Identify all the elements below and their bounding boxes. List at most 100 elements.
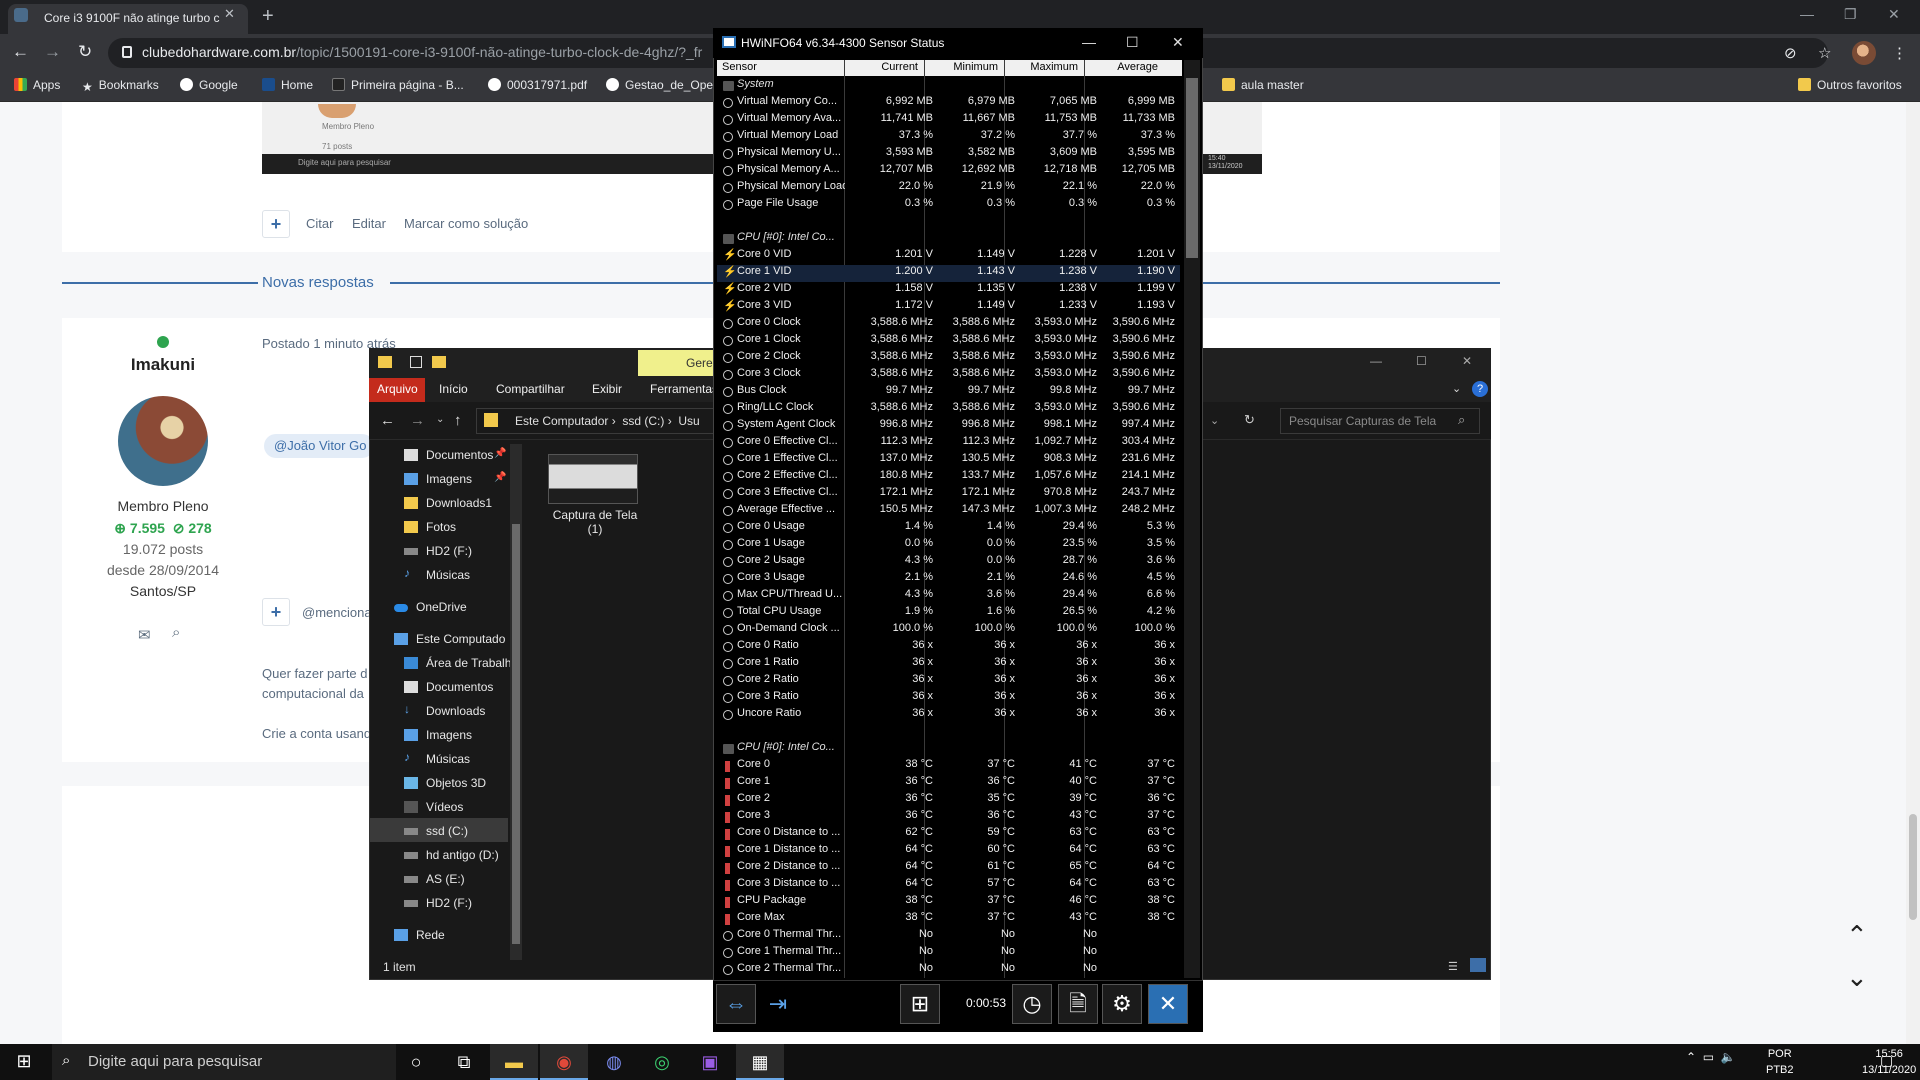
author-name[interactable]: Imakuni (100, 355, 226, 375)
help-icon[interactable]: ? (1472, 381, 1488, 397)
forward-icon[interactable]: → (44, 42, 61, 62)
nav-item-hd2-f[interactable]: HD2 (F:) (380, 540, 515, 564)
collapse-columns-icon[interactable]: ⇥ (758, 984, 798, 1024)
col-minimum[interactable]: Minimum (924, 61, 998, 73)
minimize-icon[interactable]: — (1082, 34, 1096, 50)
tab-close-icon[interactable]: ✕ (224, 6, 235, 22)
ribbon-tab-home[interactable]: Início (439, 382, 468, 396)
details-view-icon[interactable]: ☰ (1448, 960, 1458, 973)
close-window-icon[interactable]: ✕ (1888, 6, 1900, 23)
browser-tab[interactable]: Core i3 9100F não atinge turbo c (8, 4, 248, 34)
sensor-row[interactable]: Core 2 Effective Cl... 180.8 MHz 133.7 MHz… (717, 469, 1180, 486)
sensor-row[interactable]: CPU Package 38 °C 37 °C 46 °C 38 °C (717, 894, 1180, 911)
recent-locations-icon[interactable]: ⌄ (436, 414, 444, 425)
file-name[interactable]: Captura de Tela (1) (540, 508, 650, 536)
sensor-row[interactable]: On-Demand Clock ... 100.0 % 100.0 % 100.0 %… (717, 622, 1180, 639)
bookmark-home[interactable]: Home (262, 78, 313, 92)
sensor-row[interactable]: ⚡ Core 1 VID 1.200 V 1.143 V 1.238 V 1.190 V (717, 265, 1180, 282)
scroll-down-icon[interactable]: ⌄ (1846, 962, 1868, 993)
sensor-row[interactable]: Core 0 Effective Cl... 112.3 MHz 112.3 MHz… (717, 435, 1180, 452)
sensor-row[interactable]: Core 2 Usage 4.3 % 0.0 % 28.7 % 3.6 % (717, 554, 1180, 571)
bookmark-bookmarks[interactable]: ★ Bookmarks (82, 78, 159, 94)
nav-item-musicas-2[interactable]: ♪ Músicas (380, 748, 515, 772)
search-icon[interactable]: ⌕ (172, 624, 180, 641)
sensor-row[interactable]: Core 3 Effective Cl... 172.1 MHz 172.1 MHz… (717, 486, 1180, 503)
sensor-row[interactable]: Core 0 Clock 3,588.6 MHz 3,588.6 MHz 3,593.… (717, 316, 1180, 333)
back-icon[interactable]: ← (12, 42, 29, 62)
sensor-row[interactable]: Core 3 Ratio 36 x 36 x 36 x 36 x (717, 690, 1180, 707)
tiles-view-icon[interactable] (1470, 958, 1486, 972)
sensor-row[interactable]: Page File Usage 0.3 % 0.3 % 0.3 % 0.3 % (717, 197, 1180, 214)
sensor-scrollbar-thumb[interactable] (1186, 78, 1198, 258)
sensor-row[interactable]: Core 1 36 °C 36 °C 40 °C 37 °C (717, 775, 1180, 792)
close-icon[interactable]: ✕ (1462, 354, 1472, 368)
file-explorer-taskbar-icon[interactable]: ▬ (490, 1044, 538, 1080)
settings-gear-icon[interactable]: ⚙ (1102, 984, 1142, 1024)
reply-mention[interactable]: @menciona (302, 605, 372, 620)
nav-item-downloads1[interactable]: Downloads1 (380, 492, 515, 516)
sensor-row[interactable]: Core 2 Ratio 36 x 36 x 36 x 36 x (717, 673, 1180, 690)
sensor-row[interactable]: Average Effective ... 150.5 MHz 147.3 MHz 1… (717, 503, 1180, 520)
edit-link[interactable]: Editar (352, 216, 386, 231)
mention-tag[interactable]: @João Vitor Go (264, 434, 374, 458)
bookmark-outros-favoritos[interactable]: Outros favoritos (1798, 78, 1902, 92)
twitch-icon[interactable]: ▣ (686, 1044, 734, 1080)
manage-tab[interactable]: Gere (638, 350, 718, 376)
col-sensor[interactable]: Sensor (722, 61, 757, 73)
reload-icon[interactable]: ↻ (78, 42, 92, 62)
lock-icon[interactable] (122, 46, 132, 58)
close-sensors-icon[interactable]: ✕ (1148, 984, 1188, 1024)
sensor-row[interactable]: Virtual Memory Load 37.3 % 37.2 % 37.7 % 37.… (717, 129, 1180, 146)
ribbon-tab-share[interactable]: Compartilhar (496, 382, 565, 396)
expand-columns-icon[interactable]: ⇔ (716, 984, 756, 1024)
sensor-row[interactable]: Physical Memory Load 22.0 % 21.9 % 22.1 % 22… (717, 180, 1180, 197)
explorer-search-input[interactable]: Pesquisar Capturas de Tela (1280, 408, 1480, 434)
minimize-icon[interactable]: — (1800, 6, 1814, 22)
sensor-row[interactable]: Ring/LLC Clock 3,588.6 MHz 3,588.6 MHz 3,59… (717, 401, 1180, 418)
sensor-row[interactable]: Core 0 38 °C 37 °C 41 °C 37 °C (717, 758, 1180, 775)
discord-icon[interactable]: ◍ (590, 1044, 638, 1080)
windows-start-icon[interactable]: ⊞ (0, 1044, 48, 1080)
sensor-row[interactable]: Core 2 Distance to ... 64 °C 61 °C 65 °C 64 … (717, 860, 1180, 877)
message-icon[interactable]: ✉ (138, 626, 151, 644)
sensor-row[interactable]: Core 2 Clock 3,588.6 MHz 3,588.6 MHz 3,593.… (717, 350, 1180, 367)
create-account-text[interactable]: Crie a conta usand (262, 726, 371, 741)
nav-item-rede[interactable]: Rede (370, 924, 505, 948)
sensor-row[interactable]: Core 1 Effective Cl... 137.0 MHz 130.5 MHz… (717, 452, 1180, 469)
bookmark-google[interactable]: Google (180, 78, 238, 92)
sensor-group-row[interactable]: CPU [#0]: Intel Co... (717, 741, 1180, 758)
task-view-icon[interactable]: ⧉ (440, 1044, 488, 1080)
whatsapp-icon[interactable]: ◎ (638, 1044, 686, 1080)
multiquote-button[interactable]: + (262, 210, 290, 238)
quote-link[interactable]: Citar (306, 216, 333, 231)
nav-item-ssd-c[interactable]: ssd (C:) (380, 820, 515, 844)
nav-item-downloads[interactable]: ↓ Downloads (380, 700, 515, 724)
sensor-row[interactable]: Core 0 Usage 1.4 % 1.4 % 29.4 % 5.3 % (717, 520, 1180, 537)
sensor-row[interactable]: Core 1 Clock 3,588.6 MHz 3,588.6 MHz 3,593.… (717, 333, 1180, 350)
page-scrollbar-thumb[interactable] (1909, 814, 1917, 920)
sensor-row[interactable]: Core 2 Thermal Thr... No No No (717, 962, 1180, 979)
maximize-icon[interactable]: ☐ (1126, 34, 1139, 51)
sensor-row[interactable]: Uncore Ratio 36 x 36 x 36 x 36 x (717, 707, 1180, 724)
up-icon[interactable]: ↑ (454, 412, 462, 429)
sensor-row[interactable]: Virtual Memory Co... 6,992 MB 6,979 MB 7,06… (717, 95, 1180, 112)
nav-item-objetos-3d[interactable]: Objetos 3D (380, 772, 515, 796)
sensor-row[interactable]: Core 0 Thermal Thr... No No No (717, 928, 1180, 945)
hwinfo-taskbar-icon[interactable]: ▦ (736, 1044, 784, 1080)
eye-off-icon[interactable]: ⊘ (1784, 44, 1797, 62)
input-language[interactable]: POR PTB2 (1766, 1046, 1794, 1078)
nav-item-videos[interactable]: Vídeos (380, 796, 515, 820)
notifications-icon[interactable]: ▢ (1880, 1052, 1893, 1069)
clock-reset-icon[interactable]: ◷ (1012, 984, 1052, 1024)
sensor-row[interactable]: Core 3 Clock 3,588.6 MHz 3,588.6 MHz 3,593.… (717, 367, 1180, 384)
explorer-address-bar[interactable]: Este Computador › ssd (C:) › Usu (476, 408, 716, 434)
new-tab-button[interactable]: + (262, 5, 274, 28)
sensor-row[interactable]: Virtual Memory Ava... 11,741 MB 11,667 MB 1… (717, 112, 1180, 129)
nav-item-as-e[interactable]: AS (E:) (380, 868, 515, 892)
bookmark-apps[interactable]: Apps (14, 78, 60, 92)
nav-item-este-computador[interactable]: Este Computador (370, 628, 505, 652)
sensor-row[interactable]: Core 1 Usage 0.0 % 0.0 % 23.5 % 3.5 % (717, 537, 1180, 554)
bookmark-primeira-pagina[interactable]: Primeira página - B... (332, 78, 464, 92)
sensor-row[interactable]: Physical Memory U... 3,593 MB 3,582 MB 3,60… (717, 146, 1180, 163)
sensor-row[interactable]: Core 3 36 °C 36 °C 43 °C 37 °C (717, 809, 1180, 826)
